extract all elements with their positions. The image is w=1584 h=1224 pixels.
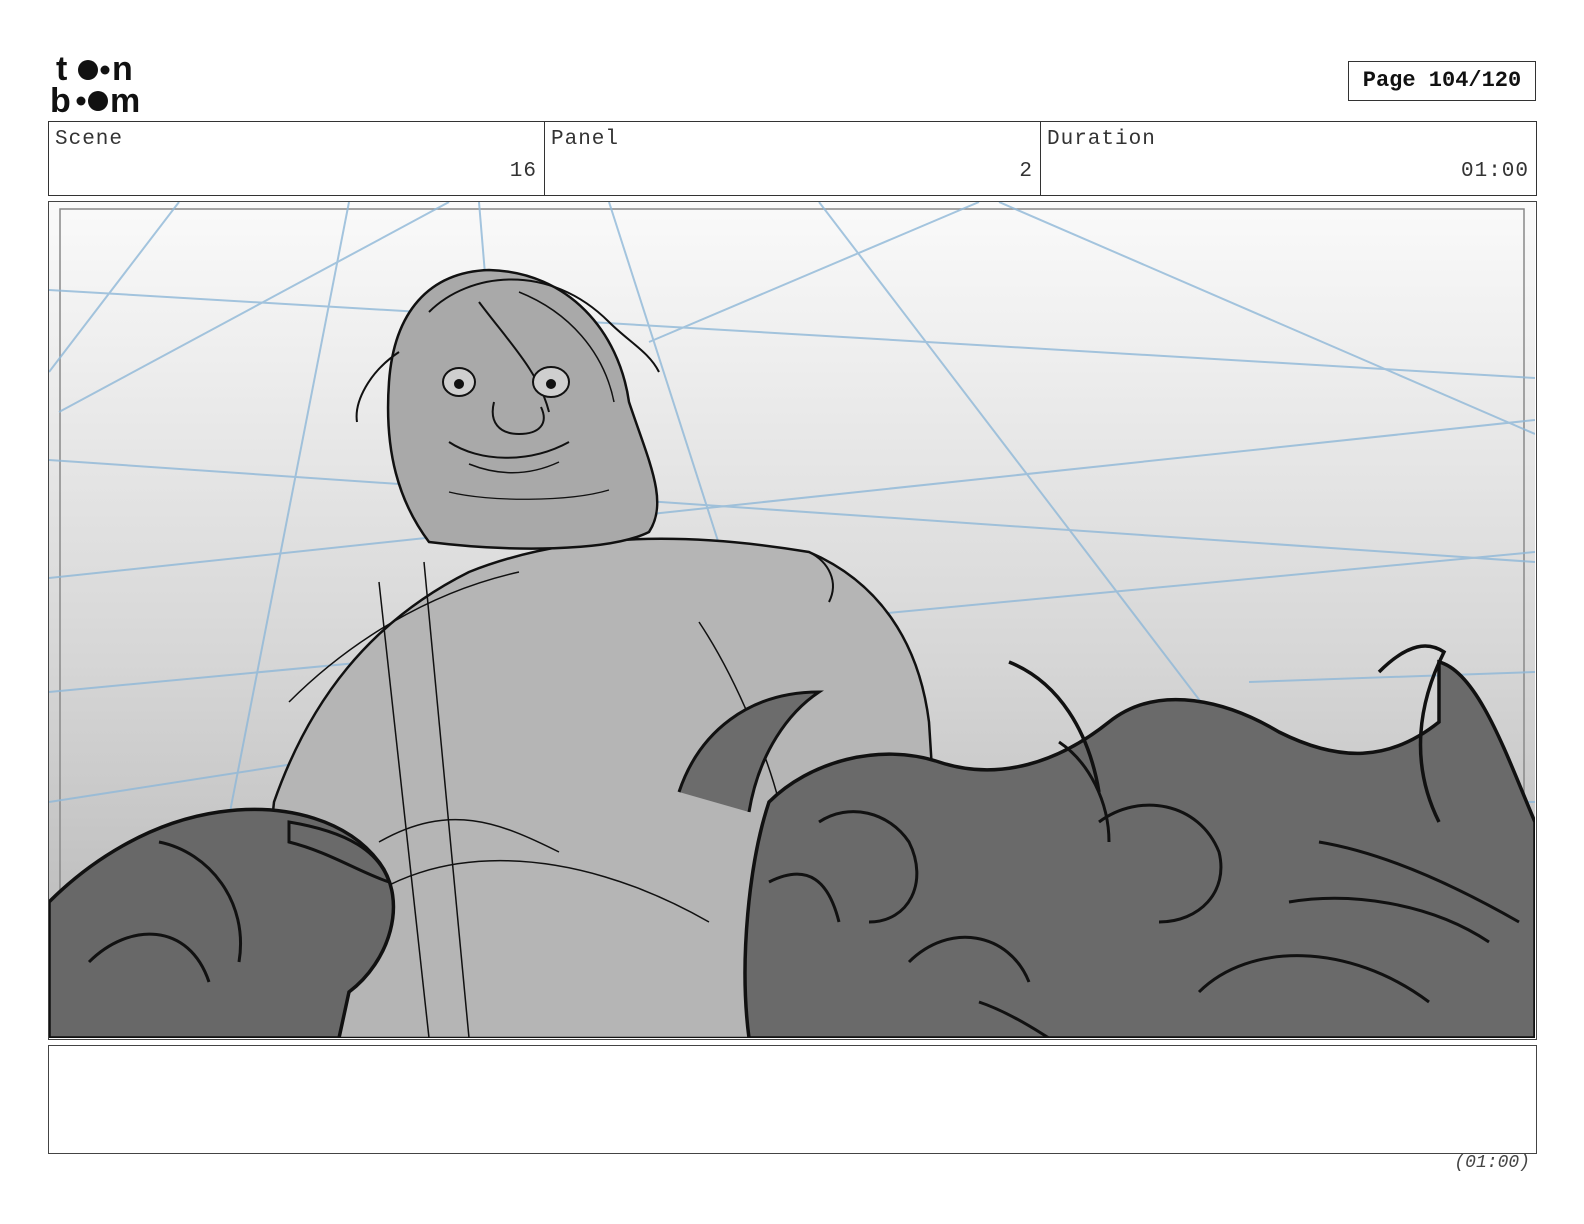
scene-value: 16 [509, 160, 537, 183]
svg-text:b: b [50, 82, 71, 114]
duration-cell: Duration 01:00 [1041, 122, 1536, 195]
toonboom-logo: t n b m [50, 50, 165, 114]
svg-text:m: m [110, 82, 140, 114]
panel-label: Panel [551, 128, 620, 151]
storyboard-panel [48, 201, 1537, 1040]
duration-label: Duration [1047, 128, 1156, 151]
scene-cell: Scene 16 [49, 122, 545, 195]
duration-value: 01:00 [1460, 160, 1529, 183]
footer-duration: (01:00) [1454, 1153, 1530, 1173]
panel-cell: Panel 2 [545, 122, 1041, 195]
scene-label: Scene [55, 128, 124, 151]
page-number: Page 104/120 [1348, 61, 1536, 101]
panel-value: 2 [1019, 160, 1033, 183]
storyboard-sketch [49, 202, 1535, 1038]
panel-notes-box [48, 1045, 1537, 1154]
panel-info-table: Scene 16 Panel 2 Duration 01:00 [48, 121, 1537, 196]
